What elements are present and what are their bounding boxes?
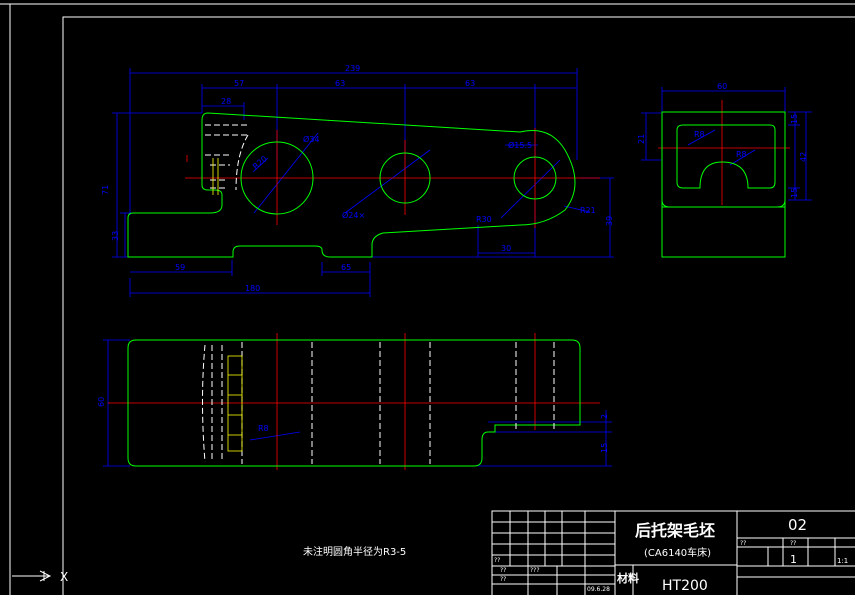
- side-view-centerlines: [658, 100, 790, 205]
- material-value: HT200: [662, 578, 708, 594]
- dim-r-small: R30: [476, 215, 492, 224]
- drawing-number: 02: [788, 516, 807, 534]
- side-view-dimension-lines: [641, 87, 812, 201]
- side-dim-r-inner: R8: [694, 130, 705, 139]
- side-dim-d2: 15: [790, 188, 799, 198]
- front-dim-small1: 2: [600, 414, 609, 419]
- side-dim-width: 60: [717, 82, 727, 91]
- dim-overall-length: 239: [345, 64, 360, 73]
- top-view-centerlines: [185, 128, 600, 228]
- drawing-border: [0, 3, 855, 595]
- front-view: 60 R8 2 15: [97, 333, 612, 470]
- side-view-dimension-text: 60 21 42 R8 R8 15 15: [637, 82, 808, 198]
- side-view-outline: [661, 111, 786, 258]
- top-view-detail-lines: [212, 158, 219, 195]
- dim-height-low: 33: [111, 231, 120, 241]
- front-view-detail-lines: [227, 355, 243, 452]
- dim-seg-left: 28: [221, 97, 231, 106]
- front-dim-r-label: R8: [258, 424, 269, 433]
- side-dim-d1: 15: [790, 114, 799, 124]
- title-cell-3: ???: [530, 567, 540, 574]
- top-view-dimension-lines: [112, 68, 614, 297]
- front-dim-height: 60: [97, 397, 106, 407]
- dim-bottom-left: 59: [175, 263, 185, 272]
- dim-hole3-dia: Ø15.5: [508, 140, 532, 150]
- date: 09.6.28: [587, 586, 610, 593]
- title-block: 后托架毛坯 (CA6140车床) 02 材料 HT200 1 1:1 09.6.…: [491, 510, 855, 595]
- quantity: 1: [790, 553, 797, 566]
- dim-height-right: 39: [605, 216, 614, 226]
- front-dim-small2: 15: [600, 443, 609, 453]
- title-cell-2: ??: [500, 567, 506, 574]
- material-label: 材料: [617, 571, 639, 585]
- dim-seg-c: 63: [465, 79, 475, 88]
- ucs-icon: [12, 570, 52, 582]
- scale: 1:1: [837, 557, 848, 565]
- title-cell-1: ??: [494, 557, 500, 564]
- cad-drawing-canvas: 239 57 63 63 28 71 33 59 65 180 30 39 Ø3…: [0, 3, 855, 595]
- side-dim-left: 21: [637, 134, 646, 144]
- top-view-outline: [127, 112, 576, 258]
- title-cell-5: ??: [740, 540, 746, 547]
- dim-seg-a: 57: [234, 79, 244, 88]
- part-name: 后托架毛坯: [635, 521, 715, 540]
- side-dim-r-slot: R8: [736, 150, 747, 159]
- ucs-x-label: X: [60, 570, 68, 584]
- general-note: 未注明圆角半径为R3-5: [303, 545, 406, 558]
- dim-r1: R20: [251, 154, 269, 171]
- title-cell-4: ??: [500, 576, 506, 583]
- top-view-dimension-text: 239 57 63 63 28 71 33 59 65 180 30 39 Ø3…: [101, 64, 614, 293]
- top-view: 239 57 63 63 28 71 33 59 65 180 30 39 Ø3…: [101, 64, 614, 297]
- dim-seg-b: 63: [335, 79, 345, 88]
- dim-r3: R21: [580, 206, 596, 215]
- dim-bottom-mid: 65: [341, 263, 351, 272]
- dim-hole2-dia: Ø24×: [342, 210, 365, 220]
- front-view-centerlines: [108, 333, 600, 470]
- dim-bottom-overall: 180: [245, 284, 260, 293]
- dim-height-total: 71: [101, 185, 110, 195]
- dim-right-width: 30: [501, 244, 511, 253]
- machine-name: (CA6140车床): [644, 546, 711, 559]
- dim-hole1-dia: Ø34: [303, 134, 319, 144]
- side-view: 60 21 42 R8 R8 15 15: [637, 82, 812, 258]
- side-dim-height: 42: [799, 152, 808, 162]
- title-cell-6: ??: [790, 540, 796, 547]
